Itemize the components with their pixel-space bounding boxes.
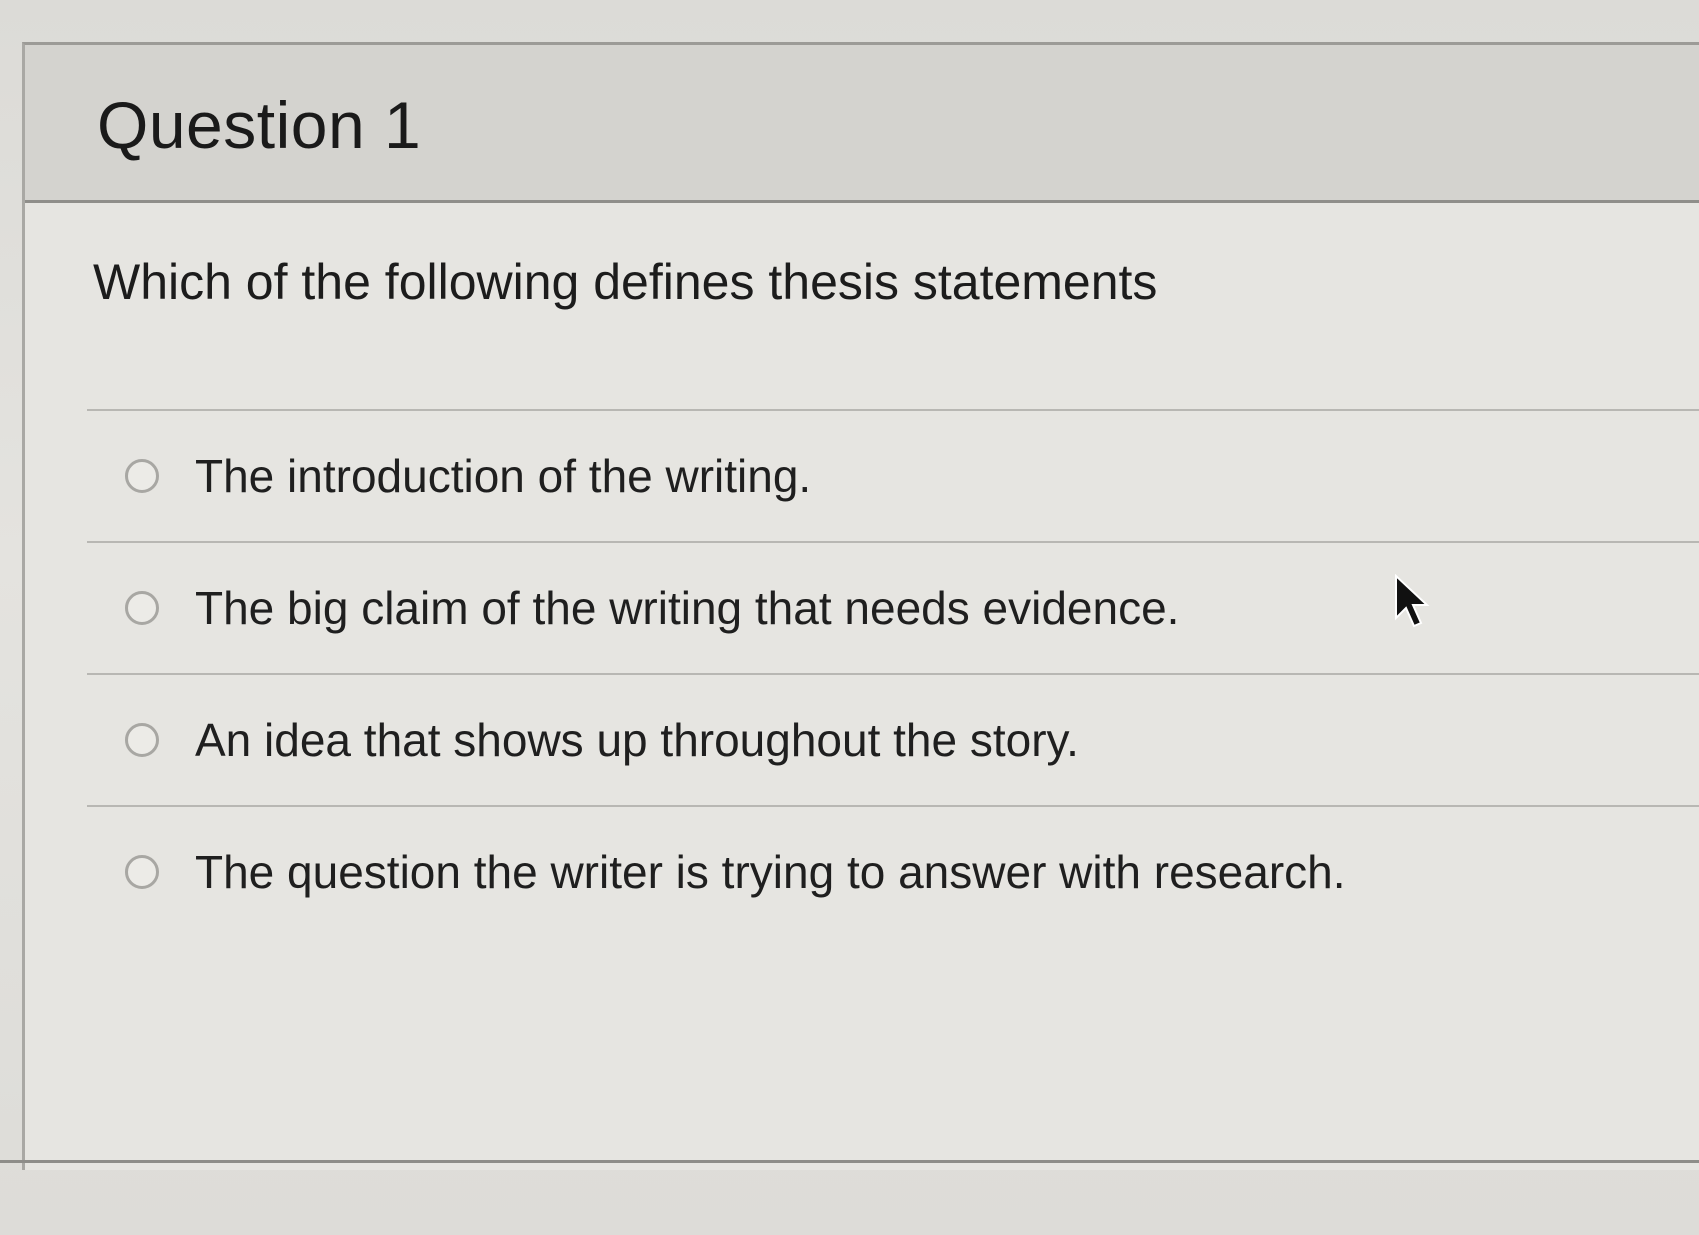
answer-option-1[interactable]: The introduction of the writing. xyxy=(87,411,1699,541)
answer-label: An idea that shows up throughout the sto… xyxy=(195,714,1079,766)
answer-list: The introduction of the writing. The big… xyxy=(87,409,1699,937)
radio-button-icon[interactable] xyxy=(125,855,159,889)
mouse-pointer-icon xyxy=(1395,574,1430,628)
card-bottom-border xyxy=(0,1160,1699,1163)
question-title: Question 1 xyxy=(97,88,422,162)
question-header: Question 1 xyxy=(25,45,1699,203)
question-prompt: Which of the following defines thesis st… xyxy=(93,254,1158,310)
radio-button-icon[interactable] xyxy=(125,459,159,493)
screen: Question 1 Which of the following define… xyxy=(0,0,1699,1235)
answer-option-3[interactable]: An idea that shows up throughout the sto… xyxy=(87,675,1699,805)
answer-label: The introduction of the writing. xyxy=(195,450,812,502)
radio-button-icon[interactable] xyxy=(125,723,159,757)
question-card: Question 1 Which of the following define… xyxy=(22,42,1699,1170)
answer-option-4[interactable]: The question the writer is trying to ans… xyxy=(87,807,1699,937)
answer-label: The big claim of the writing that needs … xyxy=(195,582,1180,634)
answer-label: The question the writer is trying to ans… xyxy=(195,846,1346,898)
answer-option-2[interactable]: The big claim of the writing that needs … xyxy=(87,543,1699,673)
radio-button-icon[interactable] xyxy=(125,591,159,625)
